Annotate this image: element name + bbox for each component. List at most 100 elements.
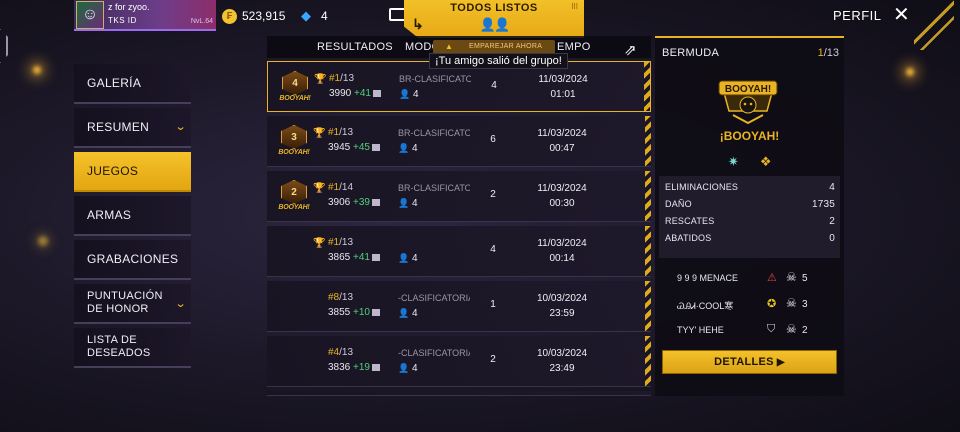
kills: 6	[490, 134, 496, 145]
badge-word: BOOYAH!	[279, 95, 311, 102]
match-time: 01:01	[550, 89, 576, 100]
svg-text:BOOYAH!: BOOYAH!	[725, 84, 771, 95]
player-level: NvL.64	[190, 18, 213, 25]
trophy-icon: 🏆	[314, 74, 327, 85]
skull-icon: ☠	[786, 322, 797, 336]
teammate-row[interactable]: 9 9 9 MENACE ⚠ ☠ 5	[659, 266, 840, 292]
trophy-icon: 🏆	[313, 238, 326, 249]
person-icon: 👤	[399, 89, 411, 99]
sidebar-item-recordings[interactable]: GRABACIONES	[74, 240, 191, 280]
sidebar-item-label: JUEGOS	[87, 164, 139, 178]
rank-point-icon	[372, 253, 380, 261]
placement: #1/13	[329, 73, 355, 84]
diamond-icon: ◆	[301, 8, 311, 23]
rank-score: 3945 +45	[328, 142, 380, 153]
table-row[interactable]: #4/13 3836 +19 -CLASIFICATORIA 👤 4 2 10/…	[267, 336, 651, 387]
rank-point-icon	[372, 143, 380, 151]
person-icon: 👤	[398, 253, 410, 263]
match-time: 00:47	[549, 143, 575, 154]
mode-label: BR-CLASIFICATORIA	[398, 128, 470, 138]
teammate-row[interactable]: TYY' HEHE ⛉ ☠ 2	[659, 318, 840, 344]
table-row-partial	[267, 391, 651, 396]
close-icon[interactable]: ✕	[893, 5, 910, 25]
ready-mark: III	[571, 2, 578, 11]
badge-word: BOOYAH!	[278, 149, 310, 156]
player-tag: TKS ID	[108, 16, 137, 25]
squad-size: 👤 4	[398, 143, 418, 154]
table-row[interactable]: 2 BOOYAH! 🏆 #1/14 3906 +39 BR-CLASIFICAT…	[267, 171, 651, 222]
teammate-name: 9 9 9 MENACE	[677, 273, 739, 283]
wing-award-icon[interactable]: ❖	[756, 152, 776, 172]
group-icon: 👤👤	[479, 17, 510, 32]
header-time: EMPO	[557, 41, 591, 53]
details-button[interactable]: DETALLES ▶	[662, 350, 837, 374]
avatar: ☺	[76, 1, 104, 29]
booyah-logo: BOOYAH!	[718, 80, 778, 125]
mode-label: -CLASIFICATORIA	[398, 348, 470, 358]
match-time: 00:14	[549, 253, 575, 264]
teammate-kills: 5	[802, 273, 808, 284]
squad-size: 👤 4	[398, 198, 418, 209]
mode-label: BR-CLASIFICATORIA	[399, 74, 471, 84]
badge-icon: ✪	[767, 298, 777, 310]
ready-banner[interactable]: ↳ TODOS LISTOS 👤👤 III	[404, 0, 584, 38]
game-screen: ☺ z for zyoo. TKS ID NvL.64 ₣ 523,915 ◆ …	[0, 0, 960, 432]
rank-score: 3990 +41	[329, 88, 381, 99]
table-row[interactable]: 🏆 #1/13 3865 +41 👤 4 4 11/03/2024 00:14	[267, 226, 651, 277]
share-icon[interactable]: ⇗	[624, 41, 644, 59]
sidebar-item-summary[interactable]: RESUMEN ⌄	[74, 108, 191, 148]
award-icon[interactable]: ✷	[723, 152, 743, 172]
sidebar-item-label: RESUMEN	[87, 120, 150, 134]
result-title: ¡BOOYAH!	[719, 129, 780, 143]
teammate-row[interactable]: ᏊᎯᏗ·COOL寒 ✪ ☠ 3	[659, 292, 840, 318]
badge-word: BOOYAH!	[278, 204, 310, 211]
match-date: 11/03/2024	[537, 128, 587, 139]
award-icons: ✷ ❖	[655, 152, 844, 172]
person-icon: 👤	[398, 363, 410, 373]
match-time: 23:49	[549, 363, 575, 374]
gold-coin-icon: ₣	[222, 9, 237, 24]
sidebar-item-gallery[interactable]: GALERÍA	[74, 64, 191, 104]
mode-label: -CLASIFICATORIA	[398, 293, 470, 303]
match-time: 23:59	[549, 308, 575, 319]
sidebar-item-label: GALERÍA	[87, 76, 142, 90]
sidebar-item-weapons[interactable]: ARMAS	[74, 196, 191, 236]
matchmake-chip[interactable]: EMPAREJAR AHORA	[433, 40, 555, 54]
row-stripe	[644, 62, 650, 111]
row-stripe	[645, 281, 651, 331]
match-history: RESULTADOS MODO EMPO EMPAREJAR AHORA ⇗ 4…	[267, 36, 651, 396]
sidebar-item-wishlist[interactable]: LISTA DE DESEADOS	[74, 328, 191, 368]
player-name: z for zyoo.	[108, 2, 150, 12]
row-stripe	[645, 171, 651, 221]
rank-point-icon	[373, 89, 381, 97]
table-row[interactable]: #8/13 3855 +10 -CLASIFICATORIA 👤 4 1 10/…	[267, 281, 651, 332]
rank-badge-number: 2	[281, 180, 307, 204]
stat-row: RESCATES 2	[665, 216, 835, 227]
row-stripe	[645, 336, 651, 386]
match-date: 10/03/2024	[536, 348, 588, 359]
table-row[interactable]: 3 BOOYAH! 🏆 #1/13 3945 +45 BR-CLASIFICAT…	[267, 116, 651, 167]
sidebar-item-label: PUNTUACIÓN DE HONOR	[87, 290, 163, 315]
kills: 1	[490, 299, 496, 310]
kills: 2	[490, 189, 496, 200]
placement: #8/13	[328, 292, 354, 303]
person-icon: 👤	[398, 198, 410, 208]
teammate-kills: 3	[802, 299, 808, 310]
teammate-name: ᏊᎯᏗ·COOL寒	[677, 301, 734, 311]
sidebar-item-label: ARMAS	[87, 208, 132, 222]
match-date: 11/03/2024	[537, 238, 587, 249]
sidebar-item-honor-score[interactable]: PUNTUACIÓN DE HONOR ⌄	[74, 284, 191, 324]
rank-badge-number: 3	[281, 125, 307, 149]
rank-badge-number: 4	[282, 71, 308, 95]
stat-row: ELIMINACIONES 4	[665, 182, 835, 193]
map-name: BERMUDA	[662, 47, 720, 59]
skull-icon: ☠	[786, 270, 797, 284]
header-results: RESULTADOS	[317, 41, 393, 53]
mode-label: BR-CLASIFICATORIA	[398, 183, 470, 193]
sidebar-item-games[interactable]: JUEGOS	[74, 152, 191, 192]
bg-light	[33, 66, 41, 74]
stats-box: ELIMINACIONES 4 DAÑO 1735 RESCATES 2 ABATID…	[659, 176, 840, 258]
player-card[interactable]: ☺ z for zyoo. TKS ID NvL.64	[74, 0, 216, 31]
person-icon: 👤	[398, 143, 410, 153]
rank-point-icon	[372, 308, 380, 316]
